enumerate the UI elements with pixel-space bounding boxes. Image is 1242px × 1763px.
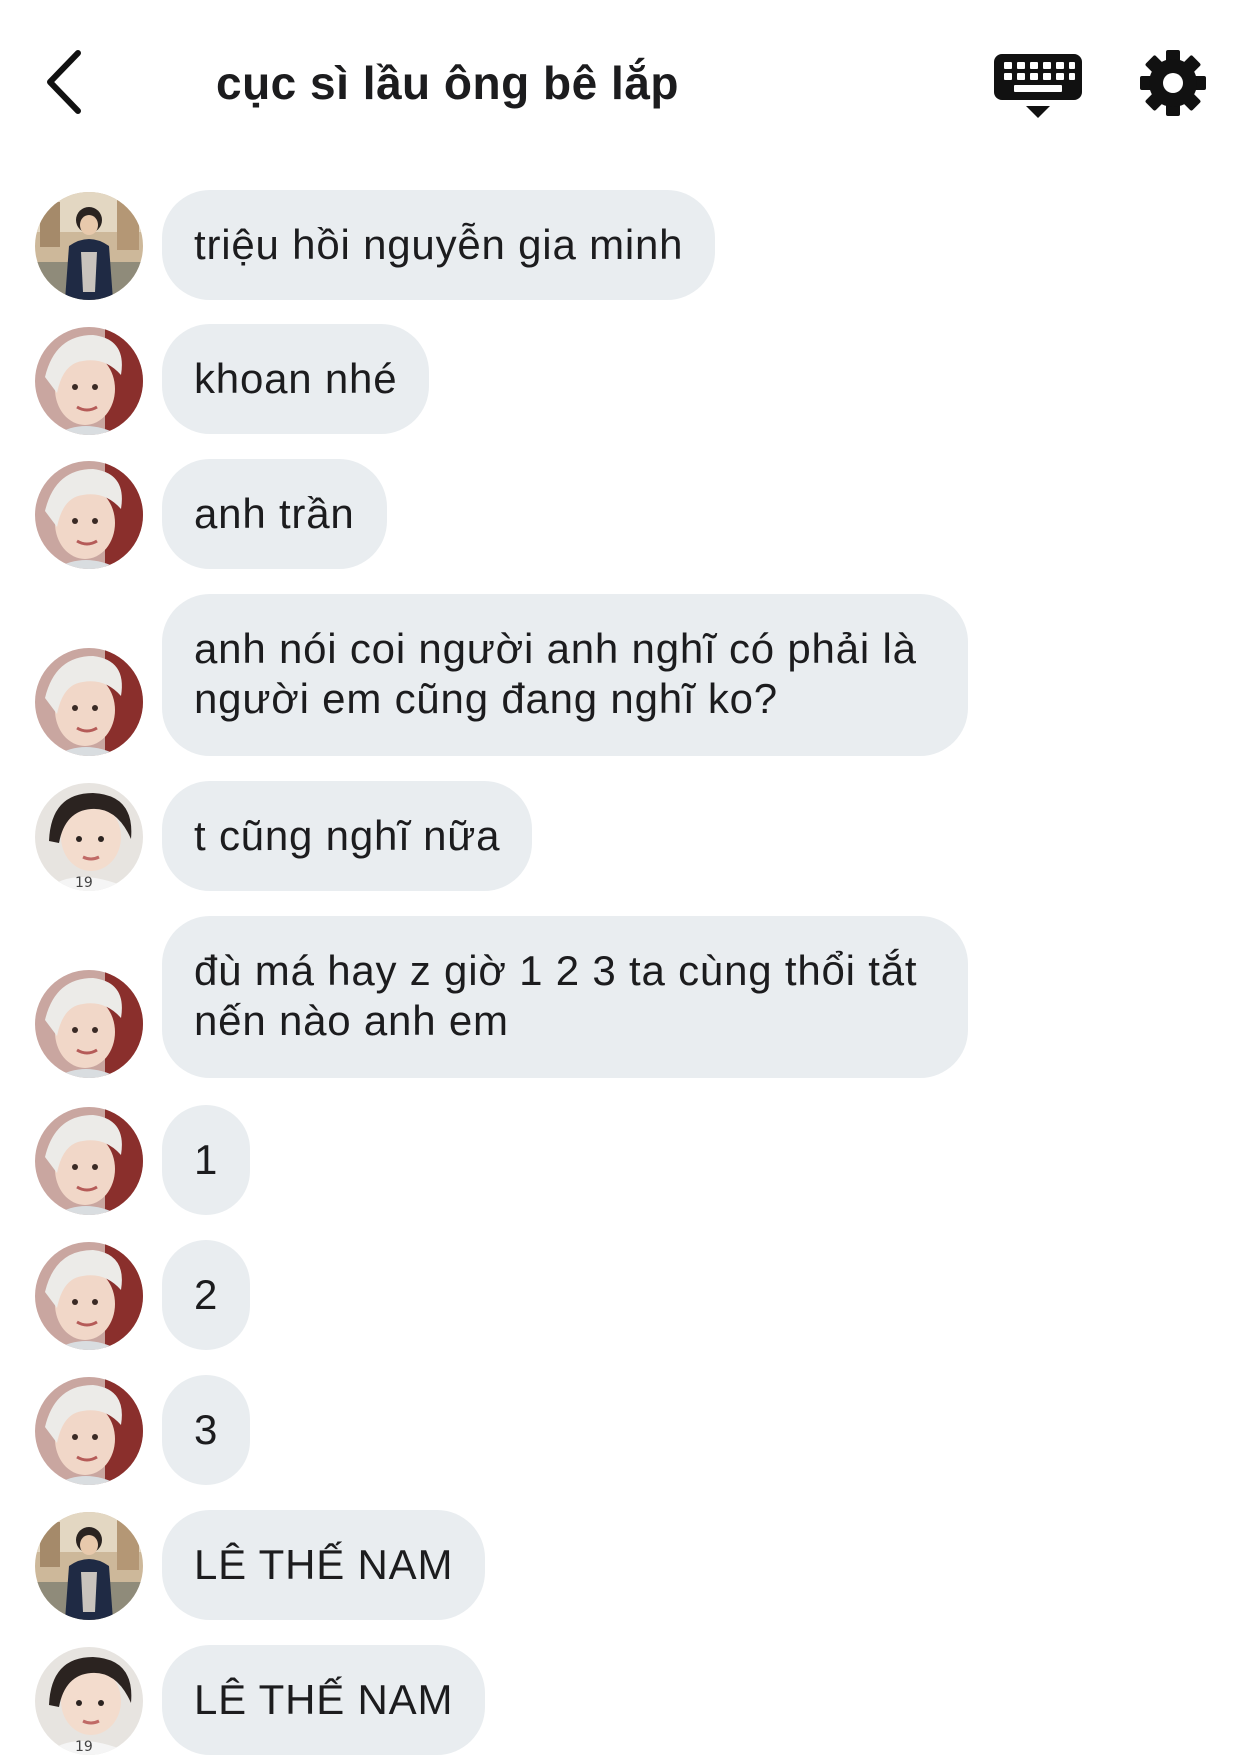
message-bubble[interactable]: khoan nhé xyxy=(162,324,430,434)
message-bubble[interactable]: triệu hồi nguyễn gia minh xyxy=(162,190,716,300)
message-bubble[interactable]: 2 xyxy=(162,1240,251,1350)
avatar[interactable] xyxy=(35,461,143,569)
avatar[interactable] xyxy=(35,1242,143,1350)
avatar[interactable] xyxy=(35,1107,143,1215)
message-bubble[interactable]: anh trần xyxy=(162,459,387,569)
avatar[interactable] xyxy=(35,192,143,300)
avatar[interactable]: 19 xyxy=(35,783,143,891)
message-bubble[interactable]: anh nói coi người anh nghĩ có phải là ng… xyxy=(162,594,968,756)
message-list: triệu hồi nguyễn gia minh khoan nhé anh … xyxy=(0,0,1242,1763)
message-bubble[interactable]: 3 xyxy=(162,1375,251,1485)
message-bubble[interactable]: 1 xyxy=(162,1105,251,1215)
svg-text:19: 19 xyxy=(75,875,93,891)
avatar[interactable] xyxy=(35,1377,143,1485)
avatar[interactable] xyxy=(35,970,143,1078)
message-bubble[interactable]: đù má hay z giờ 1 2 3 ta cùng thổi tắt n… xyxy=(162,916,968,1078)
avatar[interactable] xyxy=(35,1512,143,1620)
avatar[interactable] xyxy=(35,327,143,435)
message-bubble[interactable]: t cũng nghĩ nữa xyxy=(162,781,533,891)
avatar[interactable]: 19 xyxy=(35,1647,143,1755)
message-bubble[interactable]: LÊ THẾ NAM xyxy=(162,1510,486,1620)
svg-text:19: 19 xyxy=(75,1739,93,1755)
message-bubble[interactable]: LÊ THẾ NAM xyxy=(162,1645,486,1755)
avatar[interactable] xyxy=(35,648,143,756)
